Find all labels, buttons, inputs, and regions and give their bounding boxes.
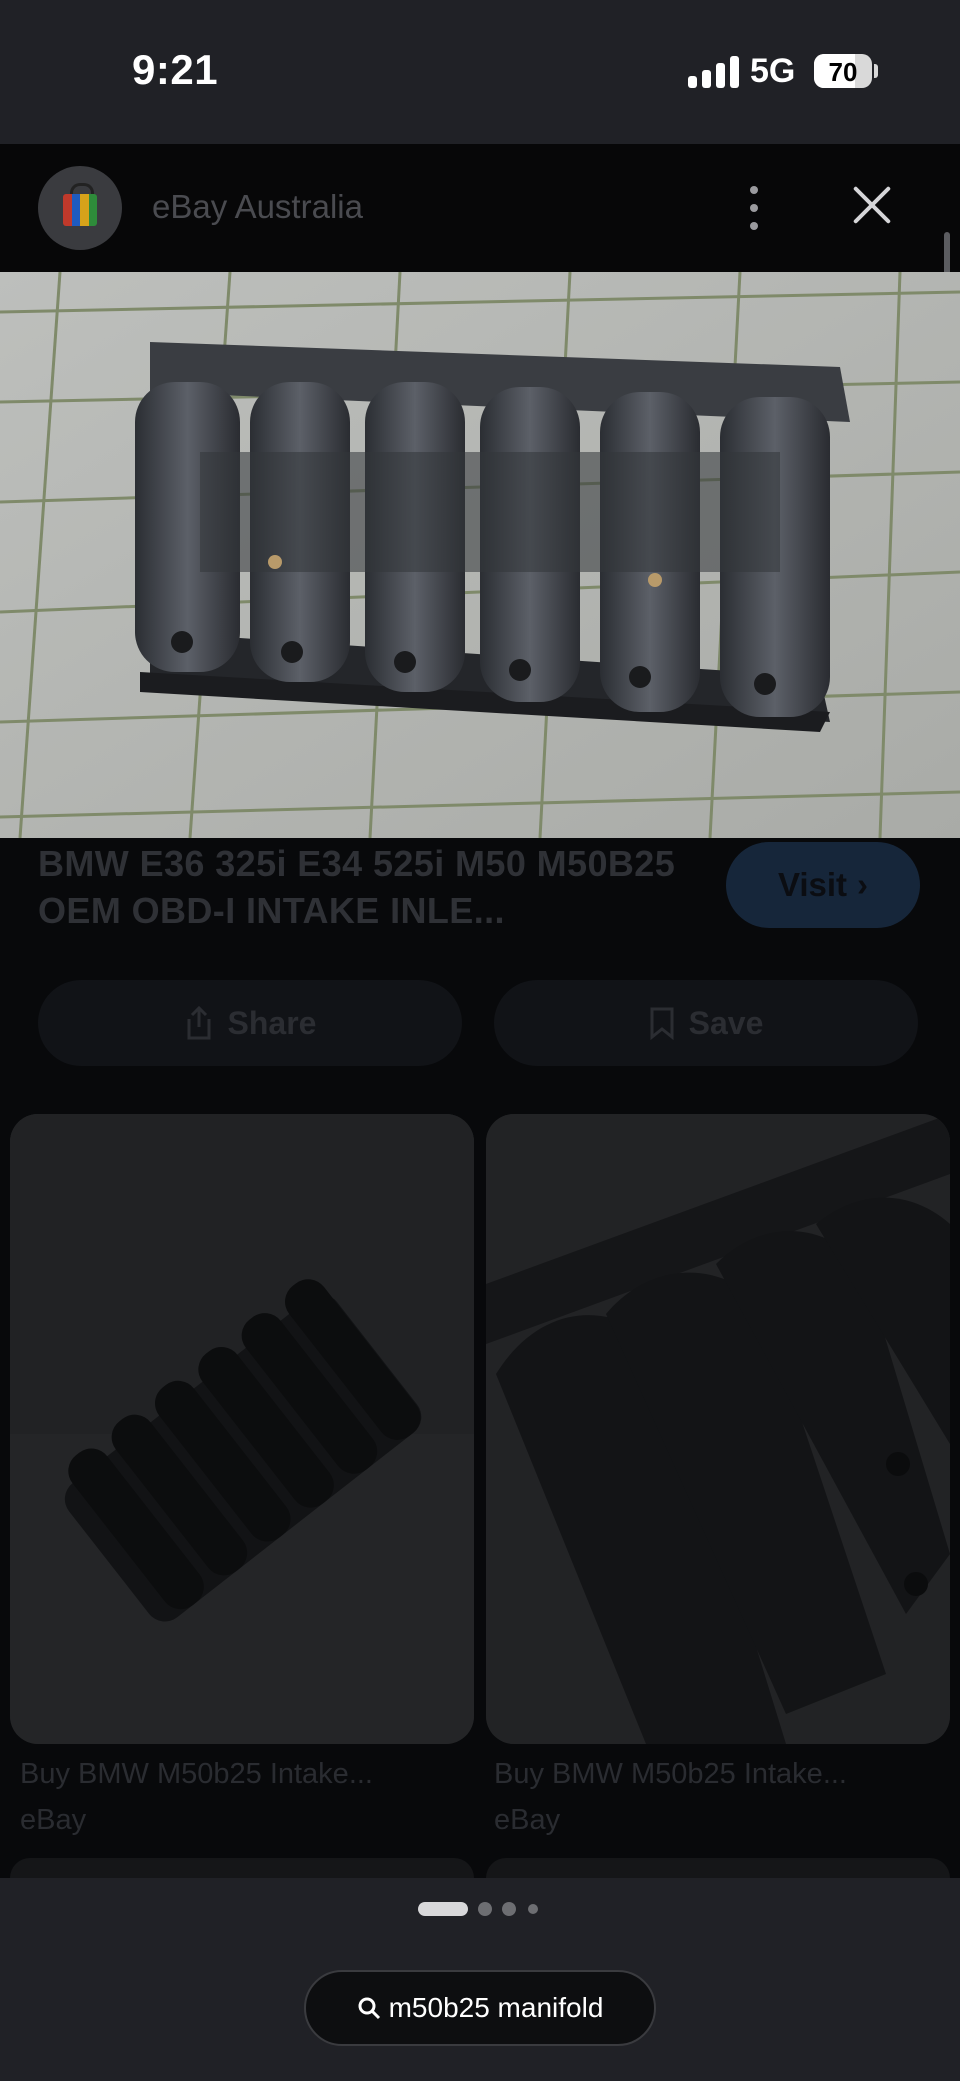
visit-label: Visit xyxy=(777,866,848,903)
sheet-header: eBay Australia xyxy=(0,144,960,272)
close-icon[interactable] xyxy=(850,182,894,226)
battery-icon: 70 xyxy=(814,54,872,88)
related-result-image[interactable] xyxy=(10,1858,474,1878)
intake-manifold-photo xyxy=(0,272,960,838)
related-result-image[interactable] xyxy=(486,1114,950,1744)
related-result-title[interactable]: Buy BMW M50b25 Intake... xyxy=(494,1758,847,1791)
product-image[interactable] xyxy=(0,272,960,838)
visit-button[interactable]: Visit › xyxy=(726,842,920,928)
chevron-right-icon: › xyxy=(857,866,869,903)
search-query-pill[interactable]: m50b25 manifold xyxy=(304,1970,656,2046)
search-query: m50b25 manifold xyxy=(388,1992,604,2023)
share-label: Share xyxy=(227,1004,317,1041)
ebay-logo-icon xyxy=(38,166,122,250)
related-result-image[interactable] xyxy=(10,1114,474,1744)
network-type: 5G xyxy=(750,52,796,90)
battery-cap xyxy=(874,64,878,78)
more-options-icon[interactable] xyxy=(742,184,766,232)
share-button[interactable]: Share xyxy=(38,980,462,1066)
battery-level: 70 xyxy=(828,57,858,87)
related-result-source: eBay xyxy=(494,1804,561,1836)
manifold-thumbnail-photo xyxy=(10,1114,474,1744)
cellular-signal-icon xyxy=(688,56,740,88)
status-bar: 9:21 5G 70 xyxy=(0,0,960,144)
result-title[interactable]: BMW E36 325i E34 525i M50 M50B25 OEM OBD… xyxy=(38,840,708,934)
save-label: Save xyxy=(688,1004,764,1041)
clock: 9:21 xyxy=(132,46,219,93)
bookmark-icon xyxy=(650,1007,674,1040)
related-result-title[interactable]: Buy BMW M50b25 Intake... xyxy=(20,1758,373,1791)
save-button[interactable]: Save xyxy=(494,980,918,1066)
site-name: eBay Australia xyxy=(152,188,363,225)
related-result-source: eBay xyxy=(20,1804,87,1836)
related-result-image[interactable] xyxy=(486,1858,950,1878)
manifold-closeup-photo xyxy=(486,1114,950,1744)
share-icon xyxy=(187,1005,211,1040)
search-icon xyxy=(358,1997,380,2020)
